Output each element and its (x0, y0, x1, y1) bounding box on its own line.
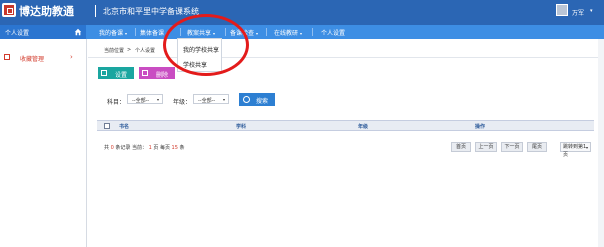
nav-lesson-check[interactable]: 备课检查 ▾ (230, 28, 258, 37)
sidebar-item-favorites[interactable]: 收藏管理 › (0, 50, 86, 64)
page-jump-select[interactable]: 跳转到第1页 ▾ (560, 142, 591, 158)
grade-label: 年级： (173, 99, 192, 106)
prev-page-button[interactable]: 上一页 (475, 142, 497, 152)
pager-summary: 共 0 条记录 当前： 1 页 每页 15 条 (104, 144, 185, 151)
grade-select[interactable]: --全部-- ▾ (193, 94, 229, 104)
pager-text: 共 (104, 145, 110, 151)
header-divider (95, 5, 96, 17)
nav-online-research-label: 在线教研 (274, 30, 299, 37)
home-icon[interactable] (74, 28, 82, 36)
breadcrumb-current-label: 当前位置 (104, 48, 125, 54)
column-header-actions: 操作 (475, 124, 486, 130)
nav-personal-settings-label: 个人设置 (321, 30, 346, 37)
sidebar-item-label: 收藏管理 (20, 56, 45, 63)
nav-lesson-check-label: 备课检查 (230, 30, 255, 37)
page-jump-select-value: 跳转到第1页 (563, 144, 587, 158)
first-page-button[interactable]: 首页 (451, 142, 471, 152)
trash-icon (142, 70, 148, 76)
last-page-button[interactable]: 尾页 (527, 142, 547, 152)
pager-total: 0 (110, 145, 114, 151)
settings-icon (101, 70, 107, 76)
chevron-down-icon: ▾ (166, 31, 169, 36)
system-title: 北京市和平里中学备课系统 (103, 7, 199, 16)
sidebar-header: 个人设置 (0, 25, 86, 39)
avatar[interactable] (556, 4, 568, 16)
search-icon (243, 96, 250, 103)
folder-icon (4, 54, 10, 60)
column-header-subject[interactable]: 学科 (236, 123, 246, 130)
settings-button-label: 设置 (115, 72, 128, 79)
column-header-title[interactable]: 书名 (119, 123, 129, 130)
settings-button[interactable]: 设置 (98, 67, 134, 79)
grade-select-value: --全部-- (198, 98, 216, 104)
select-all-checkbox[interactable] (104, 123, 110, 129)
user-menu-caret-icon[interactable]: ▾ (590, 8, 593, 14)
chevron-down-icon: ▾ (222, 97, 225, 102)
subject-select-value: --全部-- (132, 98, 150, 104)
delete-button[interactable]: 删除 (139, 67, 175, 79)
dropdown-item-my-school-sharing[interactable]: 我的学校共享 (183, 45, 219, 54)
nav-personal-settings[interactable]: 个人设置 (321, 28, 345, 37)
breadcrumb-separator: > (127, 47, 132, 53)
pager-text: 条记录 当前： (115, 145, 147, 151)
pager-per-page: 15 (171, 145, 178, 151)
lesson-sharing-dropdown: 我的学校共享 学校共享 (177, 38, 222, 72)
nav-separator (180, 28, 181, 36)
search-button-label: 搜索 (256, 98, 269, 105)
nav-separator (312, 28, 313, 36)
nav-my-lessons-label: 我的备课 (99, 30, 124, 37)
nav-separator (266, 28, 267, 36)
nav-group-lessons[interactable]: 集体备课 ▾ (140, 28, 168, 37)
delete-button-label: 删除 (156, 72, 169, 79)
sidebar-header-label: 个人设置 (5, 30, 30, 37)
chevron-down-icon: ▾ (156, 97, 159, 102)
nav-group-lessons-label: 集体备课 (140, 30, 165, 37)
chevron-down-icon: ▾ (213, 31, 216, 36)
chevron-down-icon: ▾ (125, 31, 128, 36)
chevron-down-icon: ▾ (585, 145, 588, 150)
logo-icon (2, 3, 16, 17)
nav-online-research[interactable]: 在线教研 ▾ (274, 28, 302, 37)
chevron-down-icon: ▾ (256, 31, 259, 36)
nav-my-lessons[interactable]: 我的备课 ▾ (99, 28, 127, 37)
pager-text: 页 每页 (153, 145, 170, 151)
subject-select[interactable]: --全部-- ▾ (127, 94, 163, 104)
nav-separator (135, 28, 136, 36)
nav-lesson-sharing[interactable]: 教案共享 ▾ (187, 28, 215, 37)
chevron-down-icon: ▾ (300, 31, 303, 36)
pager-current: 1 (148, 145, 152, 151)
top-header: 博达助教通 北京市和平里中学备课系统 万军 ▾ (0, 0, 604, 25)
main-nav: 个人设置 我的备课 ▾ 集体备课 ▾ 教案共享 ▾ 备课检查 ▾ 在线教研 ▾ 个人设置 (0, 25, 604, 39)
pager-text: 条 (179, 145, 185, 151)
logo-text: 博达助教通 (19, 5, 74, 18)
column-header-grade[interactable]: 年级 (358, 123, 368, 130)
search-button[interactable]: 搜索 (239, 93, 275, 106)
sidebar: 收藏管理 › (0, 39, 87, 247)
nav-separator (225, 28, 226, 36)
breadcrumb-page[interactable]: 个人设置 (135, 47, 155, 54)
dropdown-item-school-sharing[interactable]: 学校共享 (183, 60, 207, 69)
user-name[interactable]: 万军 (572, 8, 584, 17)
subject-label: 科目： (107, 99, 126, 106)
chevron-right-icon: › (70, 53, 73, 61)
breadcrumb: 当前位置 > 个人设置 (88, 39, 604, 58)
scrollbar[interactable] (598, 39, 604, 247)
nav-lesson-sharing-label: 教案共享 (187, 30, 212, 37)
table-header: 书名 学科 年级 操作 (97, 120, 594, 131)
next-page-button[interactable]: 下一页 (501, 142, 523, 152)
